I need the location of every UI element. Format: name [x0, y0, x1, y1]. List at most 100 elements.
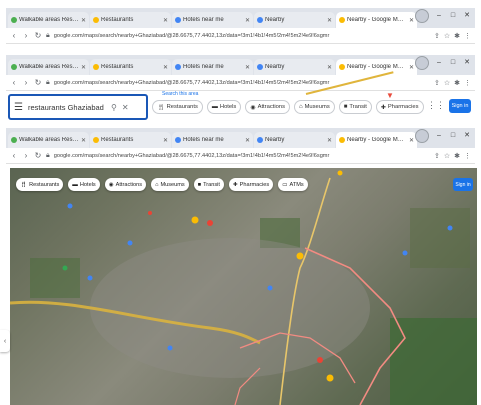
tab-5-active[interactable]: Nearby - Google Maps ✕	[336, 12, 417, 28]
close-tab-icon[interactable]: ✕	[327, 137, 332, 144]
reload-icon[interactable]: ↻	[34, 31, 42, 40]
maximize-button[interactable]: □	[447, 130, 459, 140]
forward-arrow-icon[interactable]: ›	[22, 78, 30, 87]
map-pin-icon[interactable]	[167, 345, 173, 351]
extensions-icon[interactable]: ✱	[454, 152, 460, 160]
search-icon[interactable]: ⚲	[111, 103, 117, 112]
minimize-button[interactable]: –	[433, 130, 445, 140]
sign-in-button[interactable]: Sign in	[453, 178, 473, 191]
tab-4[interactable]: Nearby ✕	[254, 59, 335, 75]
close-tab-icon[interactable]: ✕	[163, 137, 168, 144]
chip-atms[interactable]: ▭ ATMs	[278, 178, 308, 191]
close-tab-icon[interactable]: ✕	[81, 137, 86, 144]
apps-grid-icon[interactable]: ⋮⋮	[427, 100, 445, 111]
tab-4[interactable]: Nearby ✕	[254, 132, 335, 148]
tab-5-active[interactable]: Nearby - Google Maps ✕	[336, 132, 417, 148]
share-icon[interactable]: ⇪	[434, 152, 440, 160]
forward-arrow-icon[interactable]: ›	[22, 31, 30, 40]
chip-pharmacies[interactable]: ✚ Pharmacies	[228, 178, 274, 191]
close-tab-icon[interactable]: ✕	[409, 17, 414, 24]
close-tab-icon[interactable]: ✕	[409, 137, 414, 144]
menu-icon[interactable]: ☰	[14, 102, 23, 113]
star-icon[interactable]: ☆	[444, 32, 450, 40]
map-pin-icon[interactable]	[87, 275, 93, 281]
map-pin-icon[interactable]	[127, 240, 133, 246]
minimize-button[interactable]: –	[433, 57, 445, 67]
share-icon[interactable]: ⇪	[434, 32, 440, 40]
chip-transit[interactable]: ■ Transit	[193, 178, 224, 191]
tab-2[interactable]: Restaurants ✕	[90, 59, 171, 75]
extensions-icon[interactable]: ✱	[454, 79, 460, 87]
maximize-button[interactable]: □	[447, 57, 459, 67]
map-pin-icon[interactable]	[191, 216, 199, 224]
map-pin-icon[interactable]	[326, 374, 334, 382]
lock-icon[interactable]: 🔒︎	[46, 32, 50, 40]
tab-4[interactable]: Nearby ✕	[254, 12, 335, 28]
chip-restaurants[interactable]: 🍴︎ Restaurants	[16, 178, 64, 191]
profile-avatar[interactable]	[415, 9, 429, 23]
close-tab-icon[interactable]: ✕	[245, 17, 250, 24]
clear-icon[interactable]: ✕	[122, 103, 129, 112]
back-arrow-icon[interactable]: ‹	[10, 151, 18, 160]
close-tab-icon[interactable]: ✕	[163, 64, 168, 71]
profile-avatar[interactable]	[415, 56, 429, 70]
url-field[interactable]: google.com/maps/search/nearby+Ghaziabad/…	[54, 80, 430, 86]
close-tab-icon[interactable]: ✕	[81, 17, 86, 24]
close-tab-icon[interactable]: ✕	[327, 64, 332, 71]
chip-hotels[interactable]: ▬ Hotels	[68, 178, 100, 191]
close-tab-icon[interactable]: ✕	[81, 64, 86, 71]
map-pin-icon[interactable]	[148, 211, 152, 215]
chip-museums[interactable]: ⌂ Museums	[293, 100, 335, 114]
chip-transit[interactable]: ■ Transit	[338, 100, 372, 114]
tab-2[interactable]: Restaurants ✕	[90, 12, 171, 28]
chip-hotels[interactable]: ▬ Hotels	[206, 100, 242, 114]
tab-3[interactable]: Hotels near me ✕	[172, 12, 253, 28]
map-pin-icon[interactable]	[337, 170, 343, 176]
chip-attractions[interactable]: ◉ Attractions	[104, 178, 147, 191]
close-tab-icon[interactable]: ✕	[409, 64, 414, 71]
reload-icon[interactable]: ↻	[34, 151, 42, 160]
map-pin-icon[interactable]	[67, 203, 73, 209]
tab-1[interactable]: Walkable areas Restaurant✕	[8, 132, 89, 148]
chip-pharmacies[interactable]: ✚ Pharmacies	[375, 100, 424, 114]
star-icon[interactable]: ☆	[444, 152, 450, 160]
satellite-map[interactable]: 🍴︎ Restaurants ▬ Hotels ◉ Attractions ⌂ Muse…	[10, 168, 477, 405]
back-arrow-icon[interactable]: ‹	[10, 31, 18, 40]
tab-3[interactable]: Hotels near me ✕	[172, 132, 253, 148]
more-menu-icon[interactable]: ⋮	[464, 79, 471, 87]
back-arrow-icon[interactable]: ‹	[10, 78, 18, 87]
close-window-button[interactable]: ✕	[461, 57, 473, 67]
lock-icon[interactable]: 🔒︎	[46, 152, 50, 160]
more-menu-icon[interactable]: ⋮	[464, 152, 471, 160]
tab-1[interactable]: Walkable areas Restaurant✕	[8, 12, 89, 28]
close-window-button[interactable]: ✕	[461, 10, 473, 20]
tab-2[interactable]: Restaurants ✕	[90, 132, 171, 148]
url-field[interactable]: google.com/maps/search/nearby+Ghaziabad/…	[54, 153, 430, 159]
search-box[interactable]: ☰ ⚲ ✕	[8, 94, 148, 120]
share-icon[interactable]: ⇪	[434, 79, 440, 87]
reload-icon[interactable]: ↻	[34, 78, 42, 87]
forward-arrow-icon[interactable]: ›	[22, 151, 30, 160]
search-input[interactable]	[27, 102, 106, 112]
search-this-area-link[interactable]: Search this area	[162, 91, 198, 97]
map-pin-icon[interactable]	[207, 220, 213, 226]
tab-3[interactable]: Hotels near me ✕	[172, 59, 253, 75]
extensions-icon[interactable]: ✱	[454, 32, 460, 40]
close-tab-icon[interactable]: ✕	[327, 17, 332, 24]
map-pin-icon[interactable]	[62, 265, 68, 271]
sign-in-button[interactable]: Sign in	[449, 99, 471, 113]
lock-icon[interactable]: 🔒︎	[46, 79, 50, 87]
close-tab-icon[interactable]: ✕	[245, 137, 250, 144]
chip-restaurants[interactable]: 🍴︎ Restaurants	[152, 100, 203, 114]
close-tab-icon[interactable]: ✕	[245, 64, 250, 71]
collapse-panel-button[interactable]: ‹	[0, 330, 10, 352]
map-pin-icon[interactable]	[296, 252, 304, 260]
chip-attractions[interactable]: ◉ Attractions	[245, 100, 290, 114]
map-pin-icon[interactable]	[402, 250, 408, 256]
minimize-button[interactable]: –	[433, 10, 445, 20]
star-icon[interactable]: ☆	[444, 79, 450, 87]
profile-avatar[interactable]	[415, 129, 429, 143]
map-pin-icon[interactable]	[267, 285, 273, 291]
url-field[interactable]: google.com/maps/search/nearby+Ghaziabad/…	[54, 33, 430, 39]
map-pin-icon[interactable]	[317, 357, 323, 363]
